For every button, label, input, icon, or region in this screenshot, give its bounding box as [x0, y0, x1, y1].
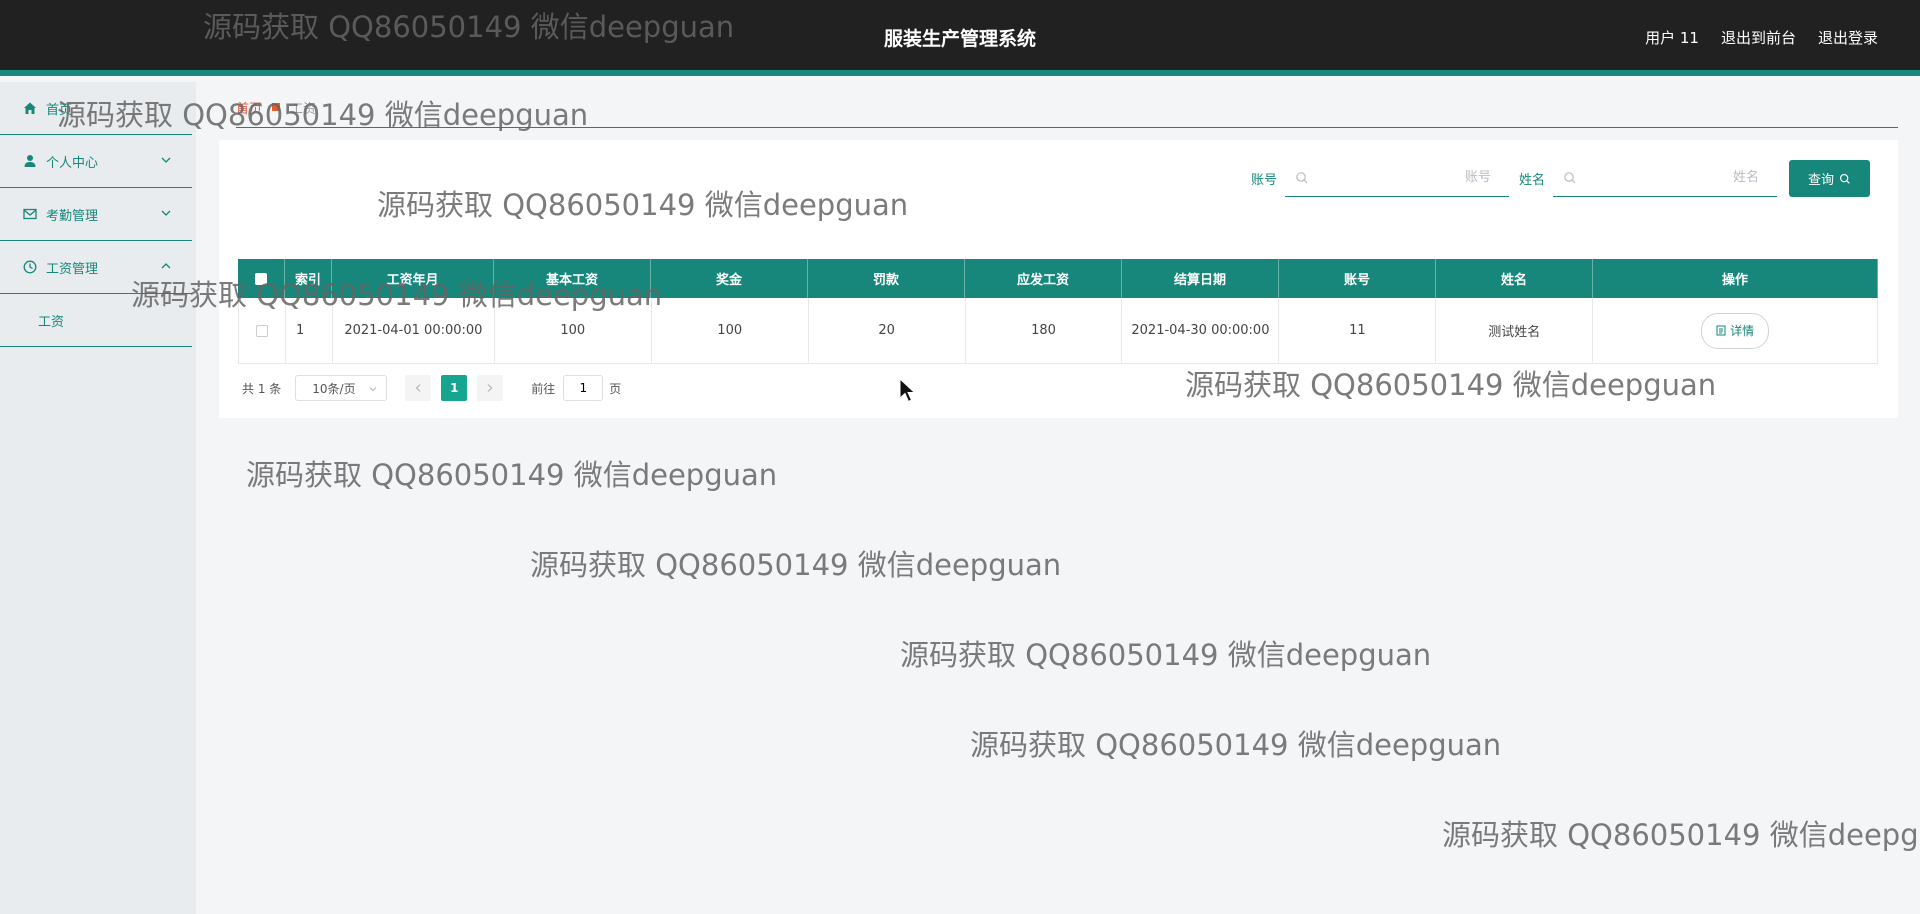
logout-link[interactable]: 退出登录: [1818, 27, 1878, 48]
cell-month: 2021-04-01 00:00:00: [333, 298, 495, 363]
sidebar-subitem-salary[interactable]: 工资: [0, 294, 192, 347]
sidebar-item-label: 个人中心: [46, 155, 99, 171]
cell-account: 11: [1279, 298, 1437, 363]
content-panel: 账号 姓名 查询 索引 工资年月 基本工资 奖金 罚款 应发工资 结算日期 账号…: [219, 140, 1898, 418]
mail-icon: [22, 206, 38, 222]
next-page-button[interactable]: [477, 375, 504, 401]
column-header: 姓名: [1436, 259, 1593, 298]
sidebar-item-home[interactable]: 首页: [0, 82, 192, 135]
cell-payable: 180: [966, 298, 1123, 363]
query-button-label: 查询: [1807, 172, 1834, 187]
sidebar: 首页 个人中心 考勤管理 工资管理 工资: [0, 82, 196, 914]
cell-bonus: 100: [652, 298, 809, 363]
app-title: 服装生产管理系统: [883, 28, 1036, 50]
sidebar-item-attendance[interactable]: 考勤管理: [0, 188, 192, 241]
watermark-text: 源码获取 QQ86050149 微信deepguan: [530, 548, 1062, 582]
current-user: 用户 11: [1645, 29, 1699, 47]
watermark-text: 源码获取 QQ86050149 微信deepguan: [970, 728, 1502, 762]
account-label: 账号: [1250, 173, 1277, 188]
top-header: 服装生产管理系统 用户 11 退出到前台 退出登录: [0, 0, 1920, 76]
sidebar-item-salary-management[interactable]: 工资管理: [0, 241, 192, 294]
clock-icon: [22, 259, 38, 275]
column-header: 索引: [285, 259, 332, 298]
chevron-right-icon: [487, 384, 493, 392]
pagination: 共 1 条 10条/页 1 前往 页: [242, 375, 621, 401]
search-icon: [1296, 171, 1308, 183]
chevron-down-icon: [161, 210, 171, 216]
account-input[interactable]: [1284, 160, 1509, 195]
column-header: 工资年月: [332, 259, 494, 298]
cell-fine: 20: [809, 298, 966, 363]
column-header: 应发工资: [965, 259, 1122, 298]
sidebar-item-label: 考勤管理: [46, 208, 99, 224]
table-row: 1 2021-04-01 00:00:00 100 100 20 180 202…: [238, 298, 1879, 364]
cell-name: 测试姓名: [1436, 298, 1594, 363]
exit-to-front-link[interactable]: 退出到前台: [1721, 27, 1796, 48]
chevron-down-icon: [369, 387, 377, 392]
column-header: 结算日期: [1122, 259, 1279, 298]
name-input[interactable]: [1553, 160, 1777, 195]
cell-index: 1: [286, 298, 333, 363]
detail-button[interactable]: 详情: [1701, 312, 1770, 349]
watermark-text: 源码获取 QQ86050149 微信deepguan: [1442, 818, 1920, 852]
sidebar-item-label: 工资管理: [46, 261, 99, 277]
prev-page-button[interactable]: [405, 375, 432, 401]
goto-label: 前往: [531, 381, 556, 396]
column-header: 账号: [1279, 259, 1436, 298]
page-size-select[interactable]: 10条/页: [295, 375, 388, 401]
search-icon: [1839, 173, 1850, 184]
cell-base-salary: 100: [495, 298, 652, 363]
salary-table: 索引 工资年月 基本工资 奖金 罚款 应发工资 结算日期 账号 姓名 操作 1 …: [238, 259, 1879, 364]
breadcrumb-separator-icon: [272, 103, 281, 111]
cell-settle-date: 2021-04-30 00:00:00: [1122, 298, 1280, 363]
page-suffix: 页: [609, 381, 622, 396]
mouse-cursor-icon: [899, 378, 916, 403]
row-checkbox[interactable]: [255, 324, 268, 337]
chevron-down-icon: [161, 157, 171, 163]
goto-page-input[interactable]: [563, 375, 604, 401]
header-select-all-cell: [238, 259, 285, 298]
home-icon: [22, 100, 38, 116]
table-header: 索引 工资年月 基本工资 奖金 罚款 应发工资 结算日期 账号 姓名 操作: [238, 259, 1878, 298]
user-icon: [22, 153, 38, 169]
watermark-text: 源码获取 QQ86050149 微信deepguan: [246, 458, 778, 492]
breadcrumb-home[interactable]: 首页: [236, 98, 262, 117]
row-select-cell: [239, 298, 286, 363]
header-actions: 用户 11 退出到前台 退出登录: [1645, 27, 1878, 48]
chevron-left-icon: [415, 384, 421, 392]
sidebar-item-label: 首页: [46, 102, 73, 118]
watermark-text: 源码获取 QQ86050149 微信deepguan: [900, 638, 1432, 672]
total-count: 共 1 条: [242, 381, 282, 396]
detail-button-label: 详情: [1730, 324, 1755, 338]
page-number-button[interactable]: 1: [441, 375, 468, 401]
column-header: 操作: [1593, 259, 1878, 298]
column-header: 基本工资: [494, 259, 651, 298]
cell-actions: 详情: [1593, 298, 1879, 363]
search-icon: [1564, 171, 1576, 183]
chevron-up-icon: [161, 263, 171, 269]
query-button[interactable]: 查询: [1789, 160, 1870, 197]
column-header: 罚款: [808, 259, 965, 298]
search-bar: 账号 姓名 查询: [1251, 160, 1870, 197]
document-icon: [1716, 325, 1726, 336]
select-all-checkbox[interactable]: [255, 272, 267, 285]
column-header: 奖金: [651, 259, 808, 298]
name-label: 姓名: [1518, 173, 1545, 188]
sidebar-item-personal-center[interactable]: 个人中心: [0, 135, 192, 188]
account-search-field: [1284, 160, 1509, 197]
page-size-value: 10条/页: [312, 381, 356, 396]
breadcrumb-current: 工资: [290, 102, 317, 117]
name-search-field: [1553, 160, 1777, 197]
breadcrumb: 首页 工资: [236, 92, 1898, 128]
